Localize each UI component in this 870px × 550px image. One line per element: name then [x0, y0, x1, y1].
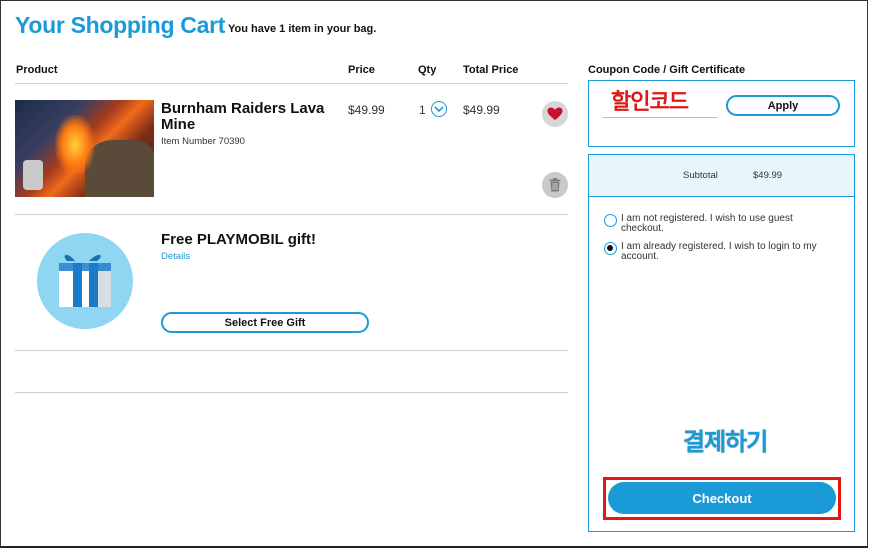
coupon-code-input[interactable]: 할인코드 — [603, 88, 717, 118]
product-name[interactable]: Burnham Raiders Lava Mine — [161, 101, 336, 133]
coupon-heading: Coupon Code / Gift Certificate — [588, 64, 746, 76]
product-image-rock — [85, 140, 154, 197]
wishlist-button[interactable] — [542, 101, 568, 127]
column-header-qty: Qty — [418, 64, 437, 76]
checkout-button[interactable]: Checkout — [608, 482, 836, 514]
trash-icon — [549, 178, 561, 192]
free-gift-title: Free PLAYMOBIL gift! — [161, 231, 317, 248]
cart-count-text: You have 1 item in your bag. — [228, 23, 377, 35]
product-image-figure — [23, 160, 43, 190]
item-qty: 1 — [419, 103, 426, 117]
login-account-radio[interactable] — [604, 242, 617, 255]
subtotal-value: $49.99 — [753, 170, 783, 181]
divider — [15, 214, 568, 215]
checkout-annotation: 결제하기 — [683, 429, 768, 456]
gift-box-icon — [59, 254, 111, 307]
item-total-price: $49.99 — [463, 103, 500, 117]
login-account-label[interactable]: I am already registered. I wish to login… — [621, 242, 831, 262]
subtotal-panel — [588, 154, 855, 197]
column-header-price: Price — [348, 64, 375, 76]
gift-details-link[interactable]: Details — [161, 251, 190, 262]
page-title: Your Shopping Cart — [15, 12, 226, 38]
apply-coupon-button[interactable]: Apply — [726, 95, 840, 116]
subtotal-label: Subtotal — [683, 170, 718, 181]
divider — [15, 83, 568, 84]
product-image-flame — [55, 115, 95, 175]
remove-item-button[interactable] — [542, 172, 568, 198]
heart-icon — [547, 107, 563, 120]
guest-checkout-label[interactable]: I am not registered. I wish to use guest… — [621, 214, 831, 234]
gift-image — [37, 233, 133, 329]
item-number: Item Number 70390 — [161, 136, 245, 147]
guest-checkout-radio[interactable] — [604, 214, 617, 227]
column-header-product: Product — [16, 64, 58, 76]
column-header-total: Total Price — [463, 64, 519, 76]
divider — [15, 350, 568, 351]
divider — [15, 392, 568, 393]
item-price: $49.99 — [348, 103, 385, 117]
product-image[interactable] — [15, 100, 154, 197]
qty-dropdown-button[interactable] — [431, 101, 447, 117]
chevron-down-icon — [434, 105, 444, 112]
select-free-gift-button[interactable]: Select Free Gift — [161, 312, 369, 333]
